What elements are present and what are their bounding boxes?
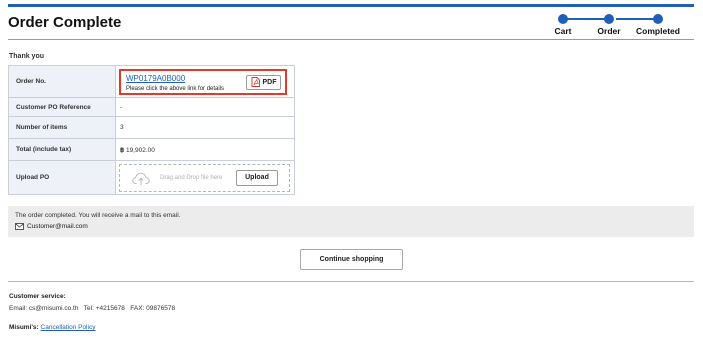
table-row: Total (include tax) ฿ 19,902.00	[8, 138, 295, 161]
customer-po-value: -	[115, 97, 295, 117]
upload-po-cell: Drag and Drop file here Upload	[115, 160, 295, 195]
page-title: Order Complete	[8, 14, 122, 31]
policy-row: Misumi's: Cancellation Policy	[9, 324, 95, 331]
notice-message: The order completed. You will receive a …	[15, 212, 181, 219]
policy-label: Misumi's:	[9, 324, 39, 331]
cloud-upload-icon	[132, 172, 150, 185]
total-cell: ฿ 19,902.00	[115, 138, 295, 161]
tel-value: +4215678	[95, 305, 125, 312]
items-label: Number of items	[8, 116, 116, 139]
pdf-button[interactable]: PDF	[246, 74, 281, 90]
customer-service-contact: Email: cs@misumi.co.th Tel: +4215678 FAX…	[9, 305, 175, 312]
pdf-button-label: PDF	[262, 78, 277, 86]
step-label-order: Order	[597, 26, 621, 36]
fax-label: FAX:	[130, 305, 145, 312]
total-label: Total (include tax)	[8, 138, 116, 161]
order-notice: The order completed. You will receive a …	[8, 206, 694, 237]
upload-po-label: Upload PO	[8, 160, 116, 195]
top-accent-bar	[8, 4, 694, 7]
progress-steps: Cart Order Completed	[554, 14, 686, 40]
customer-po-label: Customer PO Reference	[8, 97, 116, 117]
step-dot-order	[604, 14, 614, 24]
pdf-icon	[251, 77, 260, 87]
drop-placeholder-text: Drag and Drop file here	[160, 174, 223, 181]
step-label-completed: Completed	[636, 26, 680, 36]
items-value: 3	[115, 116, 295, 139]
upload-button[interactable]: Upload	[236, 169, 278, 186]
thank-you-text: Thank you	[9, 53, 45, 60]
total-value: 19,902.00	[125, 146, 155, 154]
footer-divider	[8, 281, 694, 282]
email-label: Email:	[9, 305, 28, 312]
tel-label: Tel:	[83, 305, 94, 312]
table-row: Upload PO Drag and Drop file here Upload	[8, 160, 295, 195]
step-dot-cart	[558, 14, 568, 24]
order-number-link[interactable]: WP0179A0B000	[126, 74, 185, 83]
currency-symbol: ฿	[120, 146, 125, 154]
order-no-label: Order No.	[8, 65, 116, 98]
order-details-hint: Please click the above link for details	[126, 85, 225, 92]
order-no-highlight-box: WP0179A0B000 Please click the above link…	[119, 68, 287, 95]
notice-email: Customer@mail.com	[27, 223, 88, 230]
step-dot-completed	[653, 14, 663, 24]
customer-service-title: Customer service:	[9, 293, 66, 300]
table-row: Customer PO Reference -	[8, 97, 295, 117]
mail-icon	[15, 223, 24, 230]
cancellation-policy-link[interactable]: Cancellation Policy	[41, 324, 96, 331]
order-summary-table: Order No. WP0179A0B000 Please click the …	[8, 65, 295, 195]
table-row: Order No. WP0179A0B000 Please click the …	[8, 65, 295, 98]
page-header: Order Complete Cart Order Completed	[8, 8, 694, 40]
continue-shopping-button[interactable]: Continue shopping	[300, 249, 403, 270]
step-connector-2	[616, 18, 656, 20]
table-row: Number of items 3	[8, 116, 295, 139]
order-no-cell: WP0179A0B000 Please click the above link…	[115, 65, 295, 98]
notice-email-row: Customer@mail.com	[15, 223, 88, 230]
email-value: cs@misumi.co.th	[28, 305, 79, 312]
file-drop-zone[interactable]: Drag and Drop file here Upload	[119, 163, 290, 192]
fax-value: 09876578	[146, 305, 176, 312]
step-connector-1	[566, 18, 608, 20]
step-label-cart: Cart	[554, 26, 572, 36]
